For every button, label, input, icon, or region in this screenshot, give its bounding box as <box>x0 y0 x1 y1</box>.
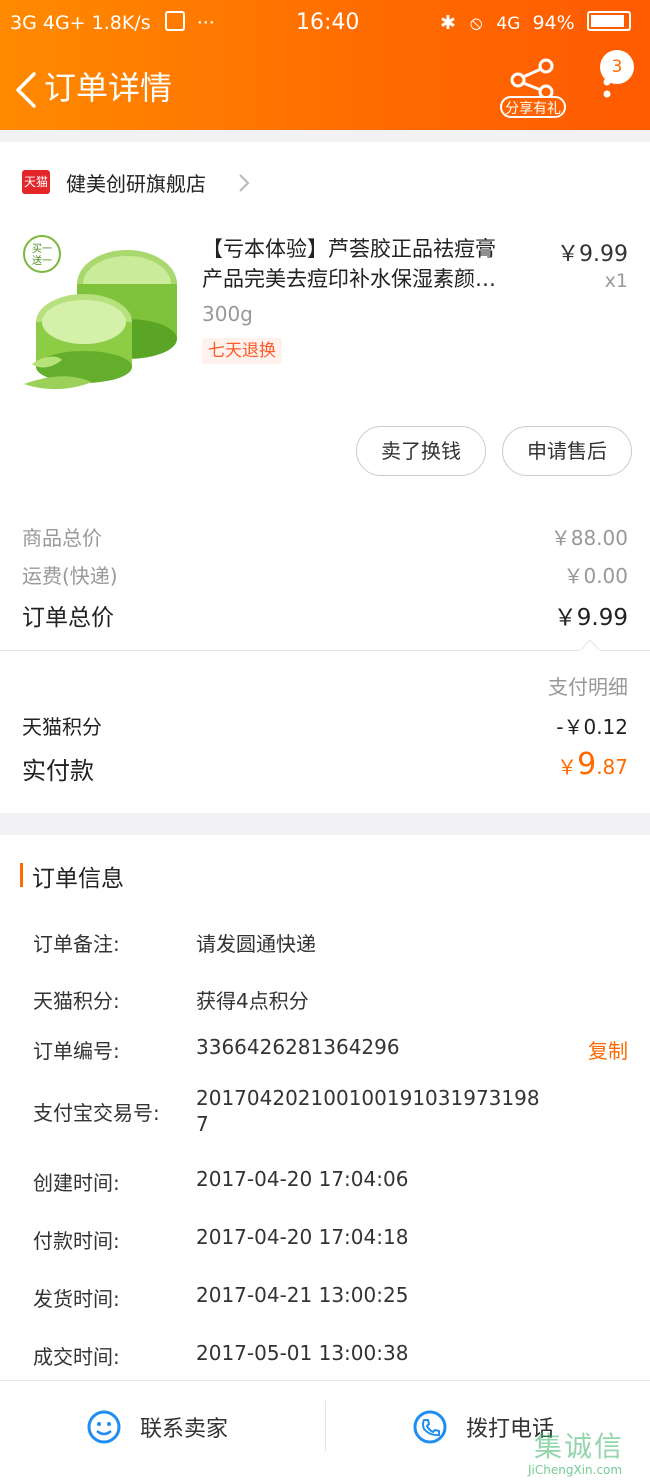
paid-time-label: 付款时间: <box>33 1229 120 1253</box>
order-total-value: ￥9.99 <box>553 605 628 631</box>
share-gift-button[interactable]: 分享有礼 <box>500 96 566 118</box>
points-label: 天猫积分: <box>33 989 120 1013</box>
goods-total-value: ￥88.00 <box>550 526 628 550</box>
watermark-url: JiChengXin.com <box>528 1463 623 1477</box>
status-left: 3G 4G+ 1.8K/s ··· <box>10 8 215 38</box>
caret-up-icon <box>580 639 600 651</box>
product-quantity: x1 <box>604 270 628 292</box>
sell-for-cash-button[interactable]: 卖了换钱 <box>356 426 486 476</box>
phone-icon <box>413 1410 447 1444</box>
alipay-trade-value-line1: 201704202100100191031973198 <box>196 1086 540 1110</box>
order-info-card: 订单信息 订单备注: 请发圆通快递 天猫积分: 获得4点积分 订单编号: 336… <box>0 835 650 1380</box>
back-arrow-icon[interactable] <box>12 70 46 110</box>
tmall-points-value: -￥0.12 <box>556 715 628 739</box>
shipping-label: 运费(快递) <box>22 564 118 588</box>
shipping-value: ￥0.00 <box>563 564 628 588</box>
chevron-right-icon[interactable] <box>236 172 252 194</box>
order-number-label: 订单编号: <box>33 1039 120 1063</box>
payment-summary: 支付明细 天猫积分 -￥0.12 实付款 ￥9.87 <box>0 651 650 813</box>
message-badge[interactable]: 3 <box>600 50 634 84</box>
deal-time-label: 成交时间: <box>33 1345 120 1369</box>
watermark-brand: 集诚信 <box>534 1430 625 1463</box>
paid-int: 9 <box>577 747 597 782</box>
alipay-trade-value-line2: 7 <box>196 1112 209 1136</box>
network-type: 4G <box>496 14 521 34</box>
product-spec: 300g <box>202 302 253 326</box>
alipay-trade-value: 201704202100100191031973198 7 <box>196 1085 540 1137</box>
copy-button[interactable]: 复制 <box>588 1035 628 1064</box>
page-title: 订单详情 <box>44 69 173 107</box>
contact-seller-label: 联系卖家 <box>140 1417 229 1442</box>
payment-detail-link[interactable]: 支付明细 <box>548 671 628 700</box>
signal-text: 3G 4G+ 1.8K/s <box>10 12 151 34</box>
paid-amount-value: ￥9.87 <box>557 747 628 782</box>
paid-amount-label: 实付款 <box>22 757 94 785</box>
order-total-label: 订单总价 <box>22 605 114 631</box>
bottom-action-bar: 联系卖家 拨打电话 集诚信 JiChengXin.com <box>0 1380 650 1481</box>
paid-currency: ￥ <box>557 755 578 779</box>
more-status-icon: ··· <box>196 12 215 34</box>
settings-status-icon <box>164 11 185 31</box>
product-image[interactable]: 买一送一 <box>22 234 180 394</box>
product-title-line1: 【亏本体验】芦荟胶正品祛痘膏 <box>202 237 496 261</box>
bluetooth-icon: ✱ <box>440 12 456 34</box>
chat-smile-icon <box>87 1410 121 1444</box>
clock: 16:40 <box>296 10 360 35</box>
deal-time-value: 2017-05-01 13:00:38 <box>196 1341 409 1365</box>
points-value: 获得4点积分 <box>196 989 309 1013</box>
status-right: ✱ ⦸ 4G 94% <box>440 8 631 38</box>
paid-time-value: 2017-04-20 17:04:18 <box>196 1225 409 1249</box>
seven-day-return-tag: 七天退换 <box>202 338 282 364</box>
created-time-value: 2017-04-20 17:04:06 <box>196 1167 409 1191</box>
battery-icon <box>586 11 631 31</box>
created-time-label: 创建时间: <box>33 1171 120 1195</box>
product-title-line2: 产品完美去痘印补水保湿素颜… <box>202 267 496 291</box>
remark-label: 订单备注: <box>33 932 120 956</box>
tmall-points-label: 天猫积分 <box>22 715 102 739</box>
goods-total-label: 商品总价 <box>22 526 102 550</box>
shipped-time-label: 发货时间: <box>33 1287 120 1311</box>
buy-one-get-one-badge: 买一送一 <box>32 244 52 267</box>
shop-name[interactable]: 健美创研旗舰店 <box>66 168 206 197</box>
battery-percent: 94% <box>532 12 575 34</box>
mute-icon: ⦸ <box>469 12 483 34</box>
alipay-trade-label: 支付宝交易号: <box>33 1101 160 1125</box>
section-marker <box>20 863 23 887</box>
product-price: ￥9.99 <box>557 242 628 267</box>
contact-seller-button[interactable]: 联系卖家 <box>0 1381 325 1481</box>
product-title[interactable]: 【亏本体验】芦荟胶正品祛痘膏 产品完美去痘印补水保湿素颜… <box>202 234 542 294</box>
shipped-time-value: 2017-04-21 13:00:25 <box>196 1283 409 1307</box>
top-bar: 3G 4G+ 1.8K/s ··· 16:40 ✱ ⦸ 4G 94% 订单详情 … <box>0 0 650 130</box>
order-number-value: 3366426281364296 <box>196 1035 400 1059</box>
price-summary: 商品总价 ￥88.00 运费(快递) ￥0.00 订单总价 ￥9.99 <box>0 510 650 650</box>
paid-dec: .87 <box>596 755 628 779</box>
tmall-logo: 天猫 <box>22 170 50 194</box>
apply-after-sale-button[interactable]: 申请售后 <box>502 426 632 476</box>
remark-value: 请发圆通快递 <box>196 932 316 956</box>
share-icon[interactable] <box>500 58 566 98</box>
order-info-title: 订单信息 <box>32 866 124 892</box>
